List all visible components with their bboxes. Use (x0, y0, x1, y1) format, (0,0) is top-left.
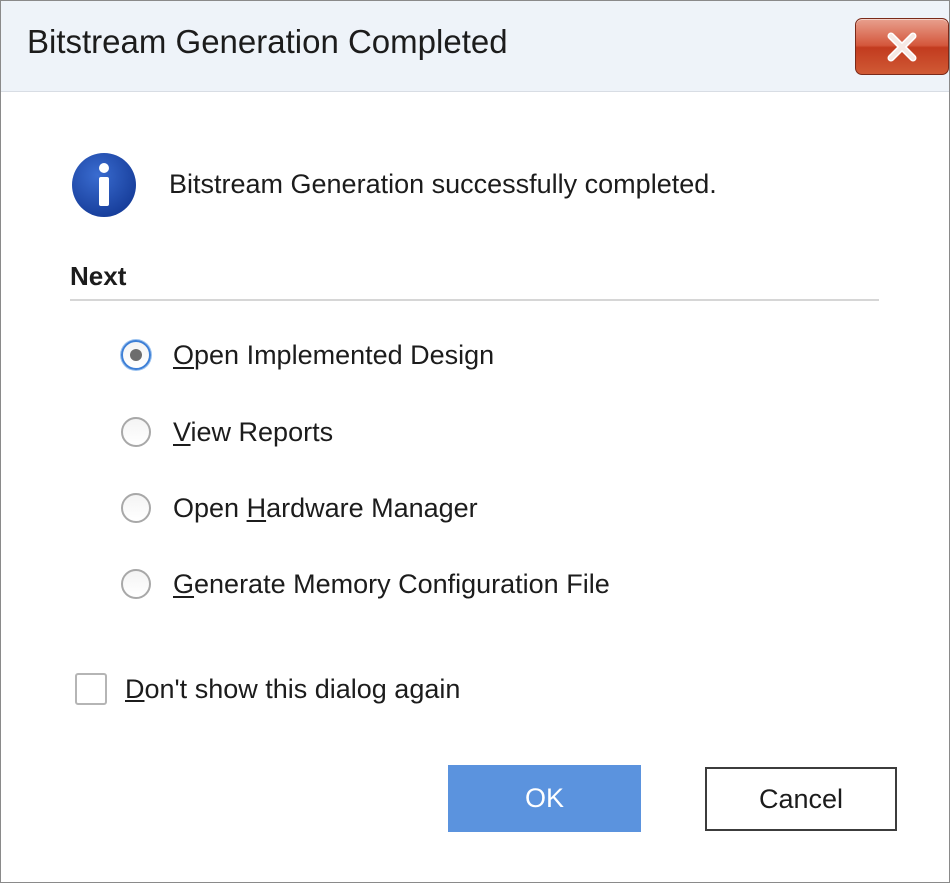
close-x-icon (887, 32, 917, 61)
radio-open-hardware-manager[interactable]: Open Hardware Manager (121, 488, 478, 528)
radio-button-selected[interactable] (121, 340, 151, 370)
next-section-label: Next (70, 261, 127, 291)
radio-button[interactable] (121, 417, 151, 447)
dont-show-again-row[interactable]: Don't show this dialog again (75, 669, 460, 709)
title-bar[interactable]: Bitstream Generation Completed (1, 1, 949, 92)
option-label: Generate Memory Configuration File (173, 568, 610, 599)
dialog-title: Bitstream Generation Completed (27, 23, 508, 60)
radio-button[interactable] (121, 493, 151, 523)
dont-show-again-label: Don't show this dialog again (125, 673, 461, 704)
dialog-bottom-edge (1, 867, 949, 882)
radio-open-implemented-design[interactable]: Open Implemented Design (121, 335, 494, 375)
close-button[interactable] (855, 18, 949, 75)
status-message: Bitstream Generation successfully comple… (169, 169, 717, 199)
cancel-button[interactable]: Cancel (705, 767, 897, 831)
radio-generate-memory-configuration-file[interactable]: Generate Memory Configuration File (121, 564, 610, 604)
radio-view-reports[interactable]: View Reports (121, 412, 333, 452)
dialog-window: Bitstream Generation Completed Bitstream… (0, 0, 950, 883)
dont-show-again-checkbox[interactable] (75, 673, 107, 705)
option-label: View Reports (173, 416, 334, 447)
radio-button[interactable] (121, 569, 151, 599)
ok-button[interactable]: OK (448, 765, 641, 832)
option-label: Open Hardware Manager (173, 492, 478, 523)
info-icon (72, 153, 136, 217)
option-label: Open Implemented Design (173, 339, 495, 370)
section-divider (70, 299, 879, 301)
